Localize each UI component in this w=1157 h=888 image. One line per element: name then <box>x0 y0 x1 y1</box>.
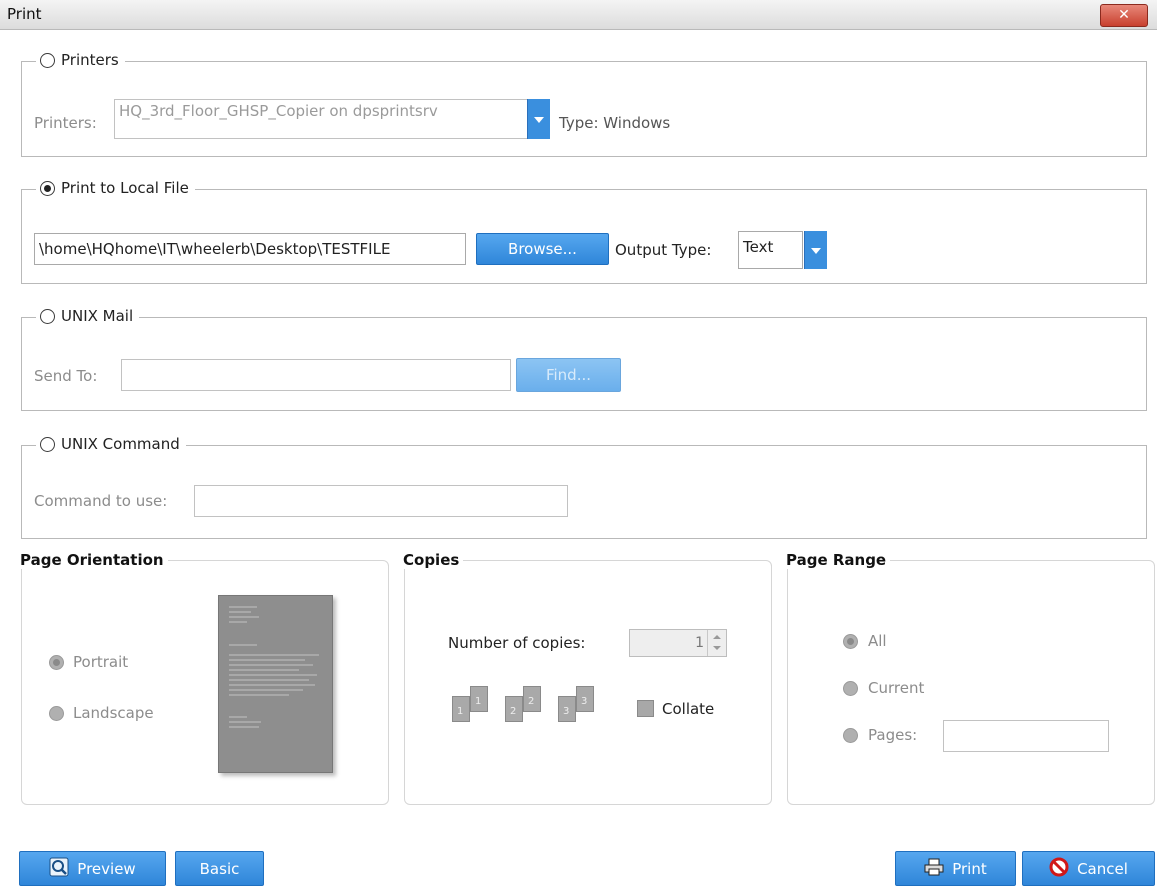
printers-group: Printers Printers: HQ_3rd_Floor_GHSP_Cop… <box>21 51 1147 157</box>
spinner-arrows[interactable] <box>707 630 726 656</box>
portrait-radio[interactable] <box>49 655 64 670</box>
command-label: Command to use: <box>34 492 168 510</box>
magnifier-icon <box>49 857 69 881</box>
page-range-title: Page Range <box>786 551 891 569</box>
pages-radio[interactable] <box>843 728 858 743</box>
local-file-path-input[interactable]: \home\HQhome\IT\wheelerb\Desktop\TESTFIL… <box>34 233 466 265</box>
unix-command-radio[interactable] <box>40 436 55 452</box>
printer-icon <box>924 858 944 880</box>
spinner-up-icon[interactable] <box>713 635 721 639</box>
output-type-label: Output Type: <box>615 241 712 259</box>
page-icon: 2 <box>523 686 541 712</box>
printers-radio[interactable] <box>40 52 55 68</box>
send-to-label: Send To: <box>34 367 98 385</box>
local-file-legend: Print to Local File <box>36 179 195 197</box>
cancel-button[interactable]: Cancel <box>1022 851 1155 886</box>
spinner-down-icon[interactable] <box>713 646 721 650</box>
printers-dropdown-arrow-icon[interactable] <box>527 99 550 139</box>
preview-button-label: Preview <box>77 859 136 878</box>
preview-button[interactable]: Preview <box>19 851 166 886</box>
page-icon: 2 <box>505 696 523 722</box>
local-file-radio[interactable] <box>40 180 55 196</box>
page-icon: 1 <box>470 686 488 712</box>
page-preview-icon <box>218 595 333 773</box>
collate-label: Collate <box>662 700 715 718</box>
printers-select[interactable]: HQ_3rd_Floor_GHSP_Copier on dpsprintsrv <box>114 99 544 139</box>
basic-button[interactable]: Basic <box>175 851 264 886</box>
no-entry-icon <box>1049 857 1069 881</box>
output-type-dropdown-arrow-icon[interactable] <box>804 231 827 269</box>
page-range-group: Page Range All Current Pages: <box>786 551 1155 805</box>
print-button[interactable]: Print <box>895 851 1016 886</box>
copies-title: Copies <box>403 551 464 569</box>
output-type-select[interactable]: Text <box>738 231 803 269</box>
printers-select-value: HQ_3rd_Floor_GHSP_Copier on dpsprintsrv <box>119 102 438 120</box>
close-button[interactable]: ✕ <box>1100 4 1148 27</box>
unix-command-legend: UNIX Command <box>36 435 186 453</box>
unix-command-group: UNIX Command Command to use: <box>21 435 1147 539</box>
printers-legend: Printers <box>36 51 125 69</box>
pages-label: Pages: <box>868 726 918 744</box>
basic-button-label: Basic <box>199 859 240 878</box>
printer-type-text: Type: Windows <box>559 114 671 132</box>
page-icon: 3 <box>558 696 576 722</box>
all-label: All <box>868 632 887 650</box>
current-radio[interactable] <box>843 681 858 696</box>
copies-group: Copies Number of copies: Collate <box>403 551 772 805</box>
send-to-input[interactable] <box>121 359 511 391</box>
copies-value: 1 <box>695 635 704 651</box>
collate-checkbox[interactable] <box>637 700 654 717</box>
current-label: Current <box>868 679 925 697</box>
landscape-radio[interactable] <box>49 706 64 721</box>
page-orientation-title: Page Orientation <box>20 551 168 569</box>
local-file-group: Print to Local File \home\HQhome\IT\whee… <box>21 179 1147 284</box>
local-file-path-value: \home\HQhome\IT\wheelerb\Desktop\TESTFIL… <box>39 240 391 258</box>
page-icon: 3 <box>576 686 594 712</box>
browse-button[interactable]: Browse... <box>476 233 609 265</box>
browse-button-label: Browse... <box>508 240 577 258</box>
find-button-label: Find... <box>545 366 592 384</box>
window-title: Print <box>7 5 42 23</box>
cancel-button-label: Cancel <box>1077 859 1128 878</box>
page-orientation-group: Page Orientation Portrait Landscape <box>20 551 389 805</box>
unix-mail-group: UNIX Mail Send To: Find... <box>21 307 1147 411</box>
local-file-legend-label: Print to Local File <box>61 179 189 197</box>
output-type-value: Text <box>743 238 774 256</box>
find-button[interactable]: Find... <box>516 358 621 392</box>
printers-legend-label: Printers <box>61 51 119 69</box>
landscape-label: Landscape <box>73 704 154 722</box>
printers-label: Printers: <box>34 114 97 132</box>
command-input[interactable] <box>194 485 568 517</box>
number-of-copies-label: Number of copies: <box>448 634 586 652</box>
pages-input[interactable] <box>943 720 1109 752</box>
print-button-label: Print <box>952 859 987 878</box>
close-icon: ✕ <box>1118 7 1130 23</box>
portrait-label: Portrait <box>73 653 129 671</box>
page-icon: 1 <box>452 696 470 722</box>
title-bar: Print ✕ <box>0 0 1157 30</box>
all-radio[interactable] <box>843 634 858 649</box>
unix-mail-legend: UNIX Mail <box>36 307 140 325</box>
copies-spinner[interactable]: 1 <box>629 629 727 657</box>
unix-command-legend-label: UNIX Command <box>61 435 180 453</box>
unix-mail-radio[interactable] <box>40 308 55 324</box>
unix-mail-legend-label: UNIX Mail <box>61 307 134 325</box>
